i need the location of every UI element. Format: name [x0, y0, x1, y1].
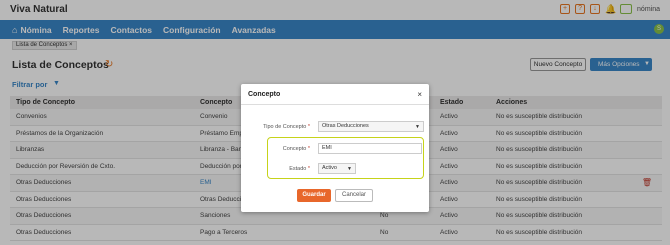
- modal-title: Concepto: [248, 91, 281, 98]
- label-text: Estado: [289, 166, 307, 172]
- chevron-down-icon[interactable]: ▼: [415, 124, 420, 130]
- label-text: Tipo de Concepto: [263, 124, 307, 130]
- required-mark: *: [307, 146, 310, 152]
- required-mark: *: [307, 166, 310, 172]
- label-text: Concepto: [282, 146, 307, 152]
- concept-input[interactable]: EMI: [318, 143, 422, 154]
- cancel-button[interactable]: Cancelar: [335, 189, 373, 202]
- required-mark: *: [307, 124, 310, 130]
- close-icon[interactable]: ×: [417, 90, 422, 99]
- modal-divider: [241, 104, 429, 105]
- chevron-down-icon[interactable]: ▼: [347, 166, 352, 172]
- concept-type-select[interactable]: Otras Deducciones: [318, 121, 424, 132]
- status-label: Estado *: [270, 166, 310, 172]
- concept-label: Concepto *: [270, 146, 310, 152]
- save-button[interactable]: Guardar: [297, 189, 331, 202]
- concept-type-label: Tipo de Concepto *: [258, 124, 310, 130]
